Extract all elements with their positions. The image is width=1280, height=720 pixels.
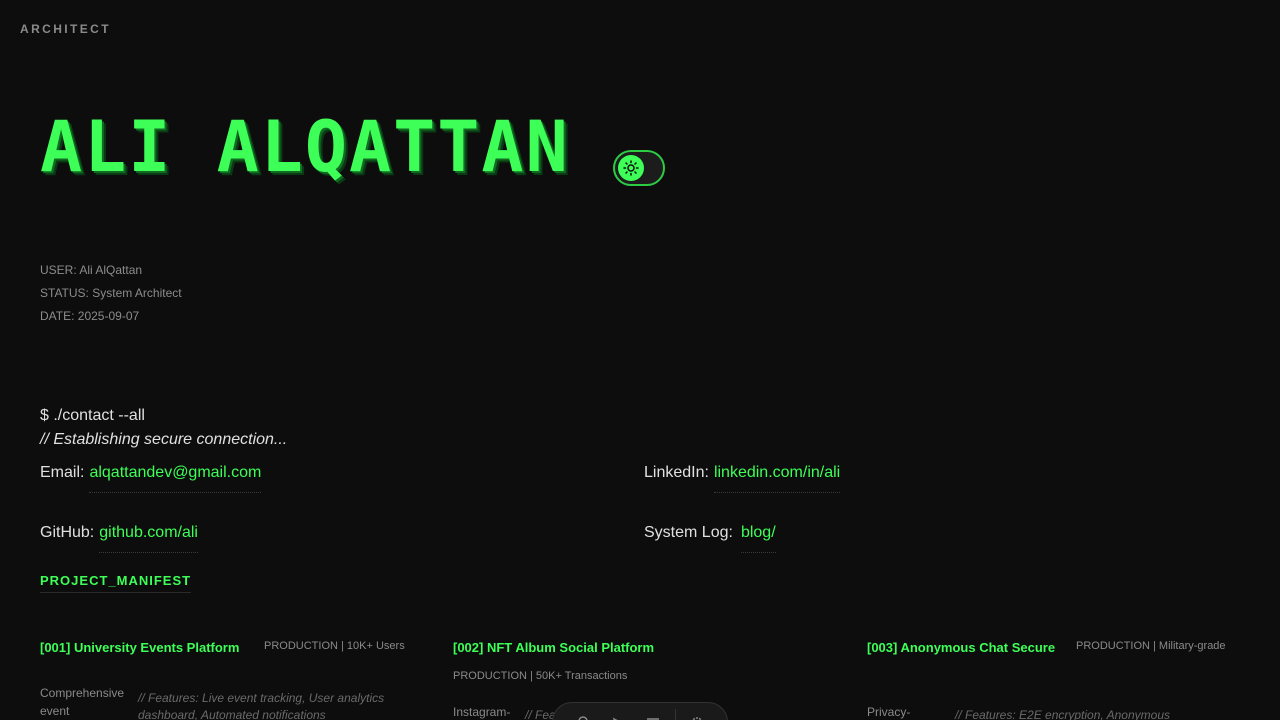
toggle-knob — [618, 155, 644, 181]
project-status: PRODUCTION | 50K+ Transactions — [453, 670, 628, 682]
hero-name: ALI ALQATTAN — [40, 106, 570, 188]
dock-pointer-button[interactable] — [600, 709, 635, 720]
section-title-projects: PROJECT_MANIFEST — [40, 573, 192, 593]
contact-github-label: GitHub: — [40, 524, 95, 541]
sun-icon — [623, 160, 639, 176]
contact-email: Email: alqattandev@gmail.com — [40, 464, 262, 493]
project-status: PRODUCTION | Military-grade — [1076, 640, 1226, 652]
project-description: Privacy- — [867, 705, 911, 719]
hero: ALI ALQATTAN — [40, 106, 665, 188]
project-title[interactable]: [002] NFT Album Social Platform — [453, 640, 654, 655]
contact-linkedin: LinkedIn: linkedin.com/in/ali — [644, 464, 841, 493]
terminal-comment: // Establishing secure connection... — [40, 431, 288, 448]
dock-menu-button[interactable] — [636, 709, 671, 720]
contact-github: GitHub: github.com/ali — [40, 524, 198, 553]
meta-status: STATUS: System Architect — [40, 286, 182, 300]
contact-linkedin-link[interactable]: linkedin.com/in/ali — [713, 464, 841, 493]
menu-icon — [647, 718, 660, 720]
theme-toggle[interactable] — [613, 150, 665, 186]
pointer-icon — [612, 717, 618, 720]
project-description: Instagram- — [453, 705, 511, 719]
contact-blog-link[interactable]: blog/ — [740, 524, 776, 553]
dock-settings-button[interactable] — [680, 709, 715, 720]
contact-email-label: Email: — [40, 464, 85, 481]
contact-email-link[interactable]: alqattandev@gmail.com — [89, 464, 262, 493]
project-status: PRODUCTION | 10K+ Users — [264, 640, 405, 652]
contact-github-link[interactable]: github.com/ali — [99, 524, 198, 553]
settings-icon — [692, 717, 703, 720]
project-card: [003] Anonymous Chat Secure PRODUCTION |… — [867, 640, 1226, 720]
dock-separator — [674, 709, 676, 720]
project-title[interactable]: [003] Anonymous Chat Secure — [867, 640, 1055, 655]
meta-date: DATE: 2025-09-07 — [40, 309, 140, 323]
project-card: [001] University Events Platform PRODUCT… — [40, 640, 405, 720]
brand-label: ARCHITECT — [20, 22, 111, 36]
meta-user: USER: Ali AlQattan — [40, 263, 143, 277]
user-meta: USER: Ali AlQattan STATUS: System Archit… — [40, 262, 182, 331]
floating-dock — [552, 702, 728, 720]
project-features: // Features: E2E encryption, Anonymous — [955, 708, 1170, 720]
project-features: // Features: Live event tracking, User a… — [138, 691, 385, 720]
dock-terminal-button[interactable] — [565, 709, 600, 720]
contact-linkedin-label: LinkedIn: — [644, 464, 709, 481]
contact-blog: System Log: blog/ — [644, 524, 776, 553]
project-description: Comprehensive event — [40, 686, 125, 718]
terminal-icon — [578, 716, 588, 720]
project-title[interactable]: [001] University Events Platform — [40, 640, 239, 655]
project-card: [002] NFT Album Social Platform PRODUCTI… — [453, 640, 654, 720]
contact-blog-label: System Log: — [644, 524, 733, 541]
terminal-block: $ ./contact --all // Establishing secure… — [40, 406, 287, 454]
terminal-command: $ ./contact --all — [40, 407, 145, 424]
